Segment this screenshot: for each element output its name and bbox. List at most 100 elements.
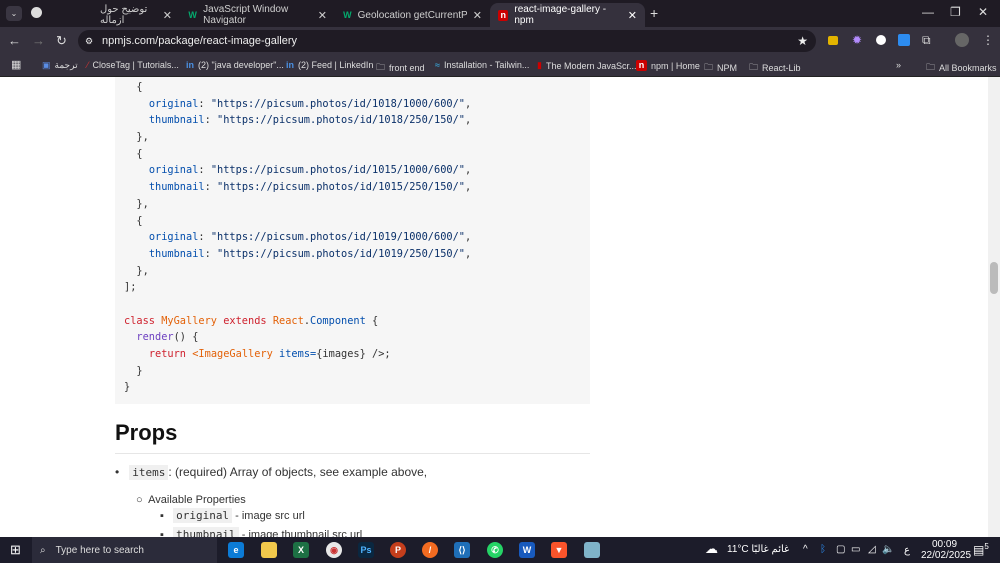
bookmark[interactable]: n npm | Home [636,60,700,71]
clock-time[interactable]: 00:09 [932,539,957,550]
code-token: : [204,181,218,194]
app-icon[interactable]: / [422,542,438,558]
new-tab-button[interactable]: + [650,5,658,21]
brave-icon[interactable]: ▼ [551,542,567,558]
code-token: original [148,231,199,244]
weather-text[interactable]: 11°C غائم غالبًا [727,544,789,555]
close-tab-icon[interactable]: ✕ [318,9,327,22]
extension-icon[interactable] [828,36,838,45]
code-token: , [465,231,472,244]
code-token: ]; [124,281,137,294]
code-token: : [204,114,218,127]
bookmark[interactable]: ▣ ترجمة [42,60,78,71]
page-content: { original: "https://picsum.photos/id/10… [0,77,988,537]
npm-icon: n [498,9,509,21]
volume-icon[interactable]: 🔈 [882,544,894,555]
code-token: : [204,247,218,260]
all-bookmarks-folder[interactable]: 🗀 All Bookmarks [926,60,997,76]
extensions-puzzle-icon[interactable]: ⧉ [922,33,931,48]
forward-icon[interactable]: → [32,33,45,48]
vscode-icon[interactable]: ⟨⟩ [454,542,470,558]
tab-arabic[interactable]: توضيح حول ازماله ✕ [92,3,180,27]
scrollbar[interactable] [988,77,1000,537]
show-hidden-icons[interactable]: ^ [803,544,808,555]
extension-icon[interactable]: ✹ [852,33,862,47]
url-field[interactable]: ⚙ npmjs.com/package/react-image-gallery ★ [78,30,816,52]
code-line: }, [124,263,590,280]
back-icon[interactable]: ← [8,33,21,48]
language-indicator[interactable]: ع [904,545,910,556]
minimize-button[interactable]: — [922,5,934,19]
code-token: "https://picsum.photos/id/1018/250/150/" [217,114,465,127]
chrome-icon[interactable]: ◉ [326,542,342,558]
bookmark-folder[interactable]: 🗀 React-Lib [749,60,801,76]
code-token: : [198,97,211,110]
windows-start-icon[interactable]: ⊞ [10,542,21,558]
wifi-icon[interactable]: ◿ [868,544,876,555]
w3schools-icon: W [343,9,352,20]
divider [115,453,590,454]
tab-title: JavaScript Window Navigator [203,4,289,26]
globe-icon [31,7,42,18]
meet-now-icon[interactable]: ▢ [836,544,845,555]
close-tab-icon[interactable]: ✕ [163,9,172,22]
code-line: thumbnail: "https://picsum.photos/id/101… [124,179,590,196]
extension-icon[interactable] [876,35,886,45]
close-window-button[interactable]: ✕ [978,5,988,19]
code-token: { [124,214,143,227]
scrollbar-thumb[interactable] [990,262,998,294]
code-line: { [124,79,590,96]
file-explorer-icon[interactable] [261,542,277,558]
bookmark[interactable]: in (2) Feed | LinkedIn [286,60,373,70]
code-token: , [465,114,472,127]
edge-icon[interactable]: e [228,542,244,558]
apps-icon[interactable]: ▦ [11,58,21,71]
bookmark-folder[interactable]: 🗀 front end [376,60,425,76]
bookmark-folder[interactable]: 🗀 NPM [704,60,737,76]
tab-geolocation[interactable]: W Geolocation getCurrentPosition ✕ [335,3,490,27]
search-icon: ⌕ [40,544,46,556]
tab-search-button[interactable]: ⌄ [6,6,22,21]
tab-react-image-gallery[interactable]: n react-image-gallery - npm ✕ [490,3,645,27]
profile-avatar[interactable] [955,33,969,47]
excel-icon[interactable]: X [293,542,309,558]
list-item-items: • items: (required) Array of objects, se… [115,465,428,480]
code-line: { [124,146,590,163]
taskbar-search[interactable]: ⌕ Type here to search [32,537,217,563]
code-token: MyGallery [161,314,217,327]
bookmark[interactable]: ▮ The Modern JavaScr... [537,60,637,71]
more-bookmarks-icon[interactable]: » [896,60,901,70]
code-line: original: "https://picsum.photos/id/1018… [124,96,590,113]
code-token: Component [310,314,366,327]
whatsapp-icon[interactable]: ✆ [487,542,503,558]
bookmark-star-icon[interactable]: ★ [797,30,808,52]
bookmark[interactable]: ⁄ CloseTag | Tutorials... [87,60,179,70]
bluetooth-icon[interactable]: ᛒ [820,544,826,555]
clock-date[interactable]: 22/02/2025 [921,550,971,561]
app-icon[interactable] [584,542,600,558]
battery-icon[interactable]: ▭ [851,544,860,555]
download-icon[interactable] [898,34,910,46]
weather-icon[interactable]: ☁ [705,541,718,557]
photoshop-icon[interactable]: Ps [358,542,374,558]
notifications-icon[interactable]: ▤5 [973,542,989,557]
reload-icon[interactable]: ↻ [56,33,67,49]
code-line: original: "https://picsum.photos/id/1019… [124,229,590,246]
code-block: { original: "https://picsum.photos/id/10… [115,77,590,404]
close-tab-icon[interactable]: ✕ [628,9,637,22]
menu-icon[interactable]: ⋮ [982,33,994,47]
close-tab-icon[interactable]: ✕ [473,9,482,22]
bookmark[interactable]: ≈ Installation - Tailwin... [435,60,529,70]
code-token: class [124,314,155,327]
site-info-icon[interactable]: ⚙ [85,30,93,52]
word-icon[interactable]: W [519,542,535,558]
powerpoint-icon[interactable]: P [390,542,406,558]
bookmark[interactable]: in (2) "java developer"... [186,60,284,70]
code-token: }, [124,264,149,277]
tab-window-navigator[interactable]: W JavaScript Window Navigator ✕ [180,3,335,27]
restore-button[interactable]: ❐ [950,5,961,19]
code-token: "https://picsum.photos/id/1015/250/150/" [217,181,465,194]
